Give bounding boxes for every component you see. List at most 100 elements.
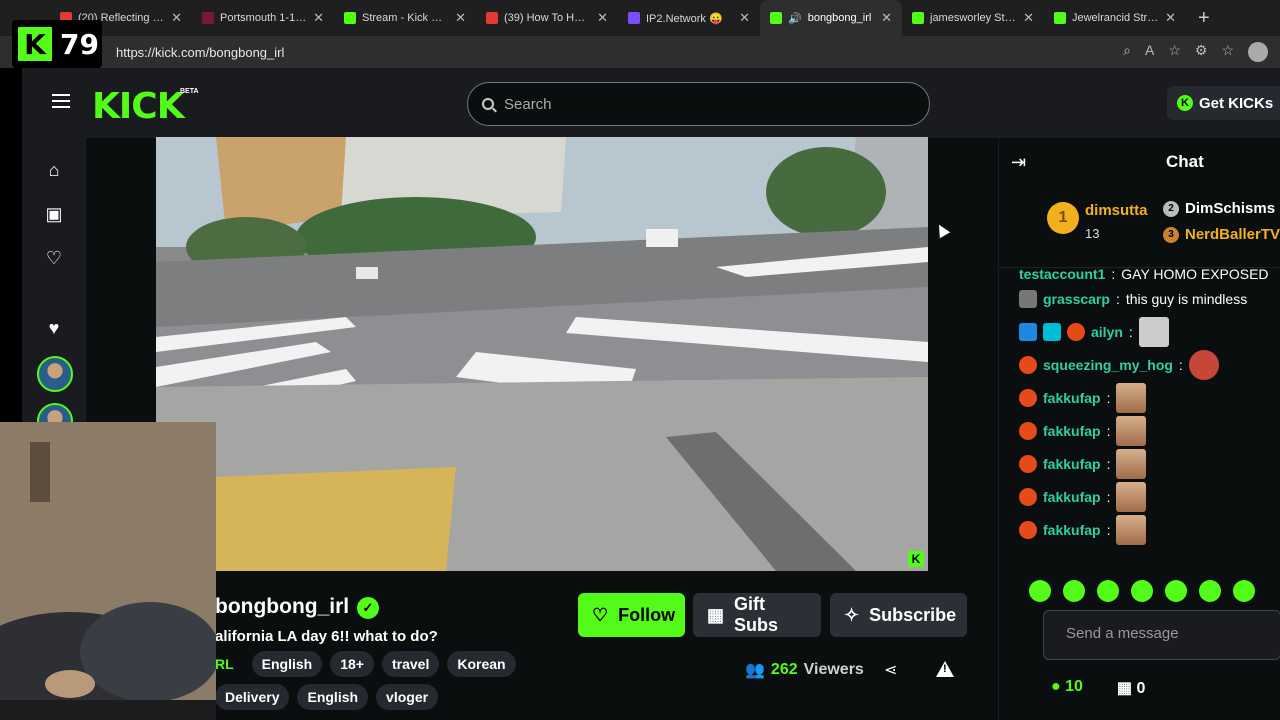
get-kicks-button[interactable]: K Get KICKs	[1167, 86, 1280, 120]
followed-channel-avatar[interactable]	[37, 356, 73, 392]
browser-tab[interactable]: Stream - Kick Dash ✕	[334, 0, 476, 36]
tab-close-icon[interactable]: ✕	[313, 10, 324, 26]
chat-username[interactable]: fakkufap	[1043, 390, 1101, 406]
browser-tab-active[interactable]: 🔊 bongbong_irl ✕	[760, 0, 902, 36]
tab-title: Jewelrancid Stream	[1072, 12, 1160, 24]
tab-close-icon[interactable]: ✕	[1165, 10, 1176, 26]
gifter-badge-icon	[1019, 355, 1037, 374]
share-icon[interactable]: ⋖	[884, 660, 897, 680]
chat-message-input[interactable]: Send a message	[1043, 610, 1280, 660]
tab-close-icon[interactable]: ✕	[1023, 10, 1034, 26]
chat-message: testaccount1: GAY HOMO EXPOSED	[1019, 266, 1269, 282]
follow-button[interactable]: ♡ Follow	[578, 593, 685, 637]
url-field[interactable]: https://kick.com/bongbong_irl	[116, 45, 284, 60]
home-icon[interactable]: ⌂	[44, 160, 64, 180]
zoom-icon[interactable]: ⌕	[1123, 42, 1131, 62]
tag[interactable]: travel	[381, 651, 440, 677]
tab-favicon-icon	[202, 12, 214, 24]
streamer-name[interactable]: bongbong_irl	[215, 595, 349, 619]
browse-icon[interactable]: ▣	[44, 204, 64, 224]
tab-title: Portsmouth 1-1 QP	[220, 12, 308, 24]
tab-close-icon[interactable]: ✕	[881, 10, 892, 26]
emote-icon[interactable]	[1029, 580, 1051, 602]
tag[interactable]: English	[251, 651, 323, 677]
follow-label: Follow	[618, 604, 676, 625]
leaderboard-second[interactable]: 2 DimSchisms	[1163, 200, 1275, 217]
chat-username[interactable]: ailyn	[1091, 324, 1123, 340]
tab-favicon-icon	[628, 12, 640, 24]
extensions-icon[interactable]: ⚙	[1195, 42, 1208, 62]
viewer-count-overlay: K 79	[12, 20, 102, 68]
tab-close-icon[interactable]: ✕	[171, 10, 182, 26]
following-icon[interactable]: ♡	[44, 248, 64, 268]
leaderboard-third[interactable]: 3 NerdBallerTV	[1163, 226, 1280, 243]
chat-username[interactable]: grasscarp	[1043, 291, 1110, 307]
tab-favicon-icon	[344, 12, 356, 24]
gift-subs-button[interactable]: ▦ Gift Subs	[693, 593, 821, 637]
chat-username[interactable]: squeezing_my_hog	[1043, 357, 1173, 373]
browser-tab[interactable]: Portsmouth 1-1 QP ✕	[192, 0, 334, 36]
search-input[interactable]: Search	[467, 82, 930, 126]
chat-message: fakkufap:	[1019, 414, 1280, 447]
subscribe-button[interactable]: ✧ Subscribe	[830, 593, 967, 637]
tag[interactable]: Delivery	[215, 684, 290, 710]
tag[interactable]: 18+	[330, 651, 374, 677]
emote-icon[interactable]	[1097, 580, 1119, 602]
collapse-chat-icon[interactable]: ⇥	[1011, 152, 1026, 173]
chat-username[interactable]: fakkufap	[1043, 489, 1101, 505]
chat-message: ailyn:	[1019, 315, 1280, 348]
browser-tab[interactable]: Jewelrancid Stream ✕	[1044, 0, 1186, 36]
star-icon: ✧	[844, 604, 860, 625]
menu-icon[interactable]	[52, 94, 70, 108]
category-link[interactable]: RL	[215, 651, 244, 677]
favorite-star-icon[interactable]: ☆	[1168, 42, 1181, 62]
tab-title: bongbong_irl	[807, 12, 872, 24]
chat-username[interactable]: testaccount1	[1019, 266, 1105, 282]
leaderboard-second-name: DimSchisms	[1185, 200, 1276, 217]
gifts-value: 0	[1136, 680, 1146, 697]
chat-username[interactable]: fakkufap	[1043, 522, 1101, 538]
chat-username[interactable]: fakkufap	[1043, 423, 1101, 439]
new-tab-button[interactable]: +	[1186, 7, 1222, 30]
emote-icon[interactable]	[1165, 580, 1187, 602]
tab-favicon-icon	[486, 12, 498, 24]
report-warning-icon[interactable]	[936, 661, 954, 677]
emote-icon[interactable]	[1131, 580, 1153, 602]
gift-icon: ▦	[707, 604, 725, 625]
address-bar: https://kick.com/bongbong_irl ⌕ A ☆ ⚙ ☆	[0, 36, 1280, 68]
tag[interactable]: vloger	[376, 684, 439, 710]
chat-message: fakkufap:	[1019, 513, 1280, 546]
tab-close-icon[interactable]: ✕	[739, 10, 750, 26]
leaderboard-first-name[interactable]: dimsutta	[1085, 202, 1148, 219]
og-badge-icon	[1043, 322, 1061, 341]
gifter-badge-icon	[1067, 322, 1085, 341]
mouse-cursor-icon	[933, 221, 951, 239]
webcam-frame	[0, 422, 216, 720]
tag[interactable]: English	[297, 684, 369, 710]
tab-close-icon[interactable]: ✕	[455, 10, 466, 26]
emote-icon[interactable]	[1199, 580, 1221, 602]
tag[interactable]: Korean	[447, 651, 516, 677]
browser-tab[interactable]: jamesworley Strean ✕	[902, 0, 1044, 36]
kick-logo[interactable]: KICK	[92, 86, 185, 127]
top-navbar: KICK BETA Search K Get KICKs	[22, 68, 1280, 138]
tab-close-icon[interactable]: ✕	[597, 10, 608, 26]
chat-message: squeezing_my_hog:	[1019, 348, 1280, 381]
moderator-badge-icon	[1019, 322, 1037, 341]
tab-favicon-icon	[1054, 12, 1066, 24]
favorites-icon[interactable]: ☆	[1221, 42, 1234, 62]
emote-icon[interactable]	[1233, 580, 1255, 602]
channel-points[interactable]: ● 10	[1051, 678, 1083, 698]
followed-heart-icon[interactable]: ♥	[44, 318, 64, 338]
profile-avatar[interactable]	[1248, 42, 1268, 62]
gift-counter[interactable]: ▦ 0	[1117, 678, 1145, 698]
browser-tab[interactable]: (39) How To Host/R ✕	[476, 0, 618, 36]
first-place-badge: 1	[1047, 202, 1079, 234]
emote-icon[interactable]	[1063, 580, 1085, 602]
speaker-icon[interactable]: 🔊	[788, 12, 802, 25]
browser-tab[interactable]: IP2.Network 😛 ✕	[618, 0, 760, 36]
chat-username[interactable]: fakkufap	[1043, 456, 1101, 472]
kicks-coin-icon: K	[1177, 95, 1193, 111]
video-player[interactable]: K	[156, 137, 928, 571]
read-aloud-icon[interactable]: A	[1145, 42, 1154, 62]
